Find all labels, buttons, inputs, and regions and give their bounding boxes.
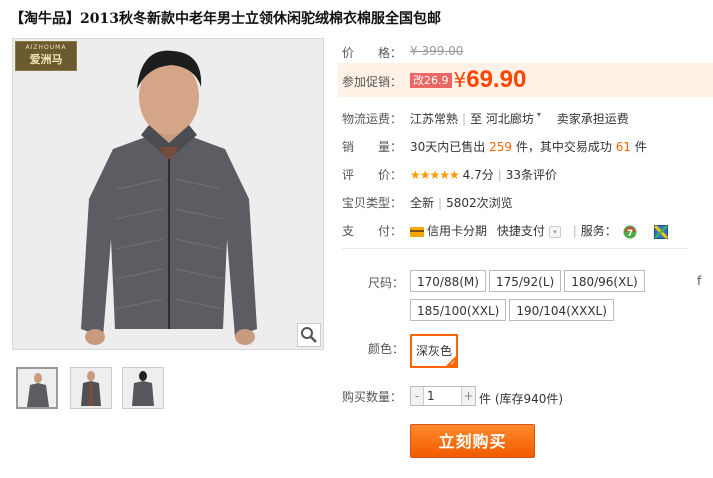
credit-installment[interactable]: 信用卡分期 xyxy=(427,224,487,238)
size-options-row2: 185/100(XXL) 190/104(XXXL) xyxy=(410,299,617,321)
svg-text:7: 7 xyxy=(626,229,632,239)
thumbnail-3[interactable] xyxy=(122,367,164,409)
color-label: 颜色： xyxy=(368,342,405,356)
check-icon: ✓ xyxy=(450,359,456,367)
item-type-value: 全新 | 5802次浏览 xyxy=(410,194,513,211)
quantity-stepper: - + xyxy=(410,386,476,406)
promo-tag: 改26.9 xyxy=(410,72,452,88)
size-label: 尺码： xyxy=(368,276,405,290)
right-edge-glyph: f xyxy=(697,274,702,288)
shipping-from: 江苏常熟 xyxy=(410,112,459,126)
quantity-minus-button[interactable]: - xyxy=(411,387,424,405)
seven-day-return-icon[interactable]: 7 xyxy=(623,225,637,239)
thumbnail-1[interactable] xyxy=(16,367,58,409)
zoom-button[interactable] xyxy=(297,323,321,347)
thumbnail-1-image xyxy=(18,369,56,407)
item-condition: 全新 xyxy=(410,196,435,210)
shipping-label: 物流运费： xyxy=(342,112,403,126)
size-option[interactable]: 175/92(L) xyxy=(488,270,562,292)
item-type-label: 宝贝类型： xyxy=(342,196,403,210)
stock-info: 件 (库存940件) xyxy=(479,392,564,406)
quantity-label: 购买数量： xyxy=(342,390,403,404)
shipping-destination[interactable]: 河北廊坊 xyxy=(486,112,534,126)
brand-logo-en: AIZHOUMA xyxy=(25,44,67,51)
main-product-image[interactable]: AIZHOUMA 爱洲马 xyxy=(12,38,324,350)
size-option[interactable]: 170/88(M) xyxy=(410,270,486,292)
jacket-model-photo xyxy=(13,39,323,349)
sales-success-count: 61 xyxy=(615,140,631,154)
brand-logo: AIZHOUMA 爱洲马 xyxy=(15,41,77,71)
size-options-row1: 170/88(M) 175/92(L) 180/96(XL) xyxy=(410,270,648,292)
size-option[interactable]: 180/96(XL) xyxy=(564,270,645,292)
section-divider xyxy=(342,248,687,249)
payment-separator: | xyxy=(572,224,577,238)
rating-score: 4.7分 xyxy=(462,168,494,182)
sales-value: 30天内已售出 259 件，其中交易成功 61 件 xyxy=(410,138,647,155)
thumbnail-2-image xyxy=(71,368,111,408)
brand-logo-cn: 爱洲马 xyxy=(29,53,63,66)
thumbnail-3-image xyxy=(123,368,163,408)
buy-now-button[interactable]: 立刻购买 xyxy=(410,424,535,458)
promo-price: 69.90 xyxy=(466,66,527,93)
quantity-input[interactable] xyxy=(424,387,462,405)
rating-stars-icon: ★★★★★ xyxy=(410,168,460,182)
original-price: ¥ 399.00 xyxy=(410,44,464,58)
sales-count: 259 xyxy=(489,140,513,154)
magnifier-icon xyxy=(301,327,317,343)
price-label: 价 格： xyxy=(342,46,403,60)
review-count-link[interactable]: 33条评价 xyxy=(506,168,557,182)
payment-value: 信用卡分期 快捷支付 ▾ | 服务： 7 xyxy=(410,222,669,239)
promo-label: 参加促销： xyxy=(342,75,403,89)
fast-pay[interactable]: 快捷支付 xyxy=(497,224,545,238)
rating-value: ★★★★★ 4.7分 | 33条评价 xyxy=(410,166,557,183)
product-title: 【淘牛品】2013秋冬新款中老年男士立领休闲驼绒棉衣棉服全国包邮 xyxy=(10,11,441,27)
shipping-to-prefix: 至 xyxy=(470,112,483,126)
color-option-selected[interactable]: 深灰色 ✓ xyxy=(410,334,458,368)
thumbnail-active-indicator xyxy=(30,367,42,369)
service-label: 服务： xyxy=(580,224,617,238)
size-option[interactable]: 190/104(XXXL) xyxy=(509,299,614,321)
quantity-plus-button[interactable]: + xyxy=(461,387,475,405)
item-type-separator: | xyxy=(438,196,443,210)
rating-label: 评 价： xyxy=(342,168,403,182)
shipping-value: 江苏常熟 | 至 河北廊坊 ▾ 卖家承担运费 xyxy=(410,110,629,127)
promo-currency: ¥ xyxy=(453,68,467,92)
sales-label: 销 量： xyxy=(342,140,403,154)
sales-unit2: 件 xyxy=(634,140,647,154)
promo-price-group: 改26.9 ¥69.90 xyxy=(410,66,526,94)
sales-unit1: 件，其中交易成功 xyxy=(515,140,612,154)
size-option[interactable]: 185/100(XXL) xyxy=(410,299,507,321)
chevron-down-icon[interactable]: ▾ xyxy=(537,110,541,119)
credit-card-icon xyxy=(410,226,424,237)
shipping-note: 卖家承担运费 xyxy=(556,112,629,126)
shipping-separator: | xyxy=(462,112,467,126)
expand-icon[interactable]: ▾ xyxy=(548,225,561,238)
view-count: 5802次浏览 xyxy=(446,196,513,210)
sales-prefix: 30天内已售出 xyxy=(410,140,486,154)
payment-label: 支 付： xyxy=(342,224,403,238)
guarantee-icon[interactable] xyxy=(654,224,669,239)
rating-separator: | xyxy=(497,168,502,182)
thumbnail-2[interactable] xyxy=(70,367,112,409)
